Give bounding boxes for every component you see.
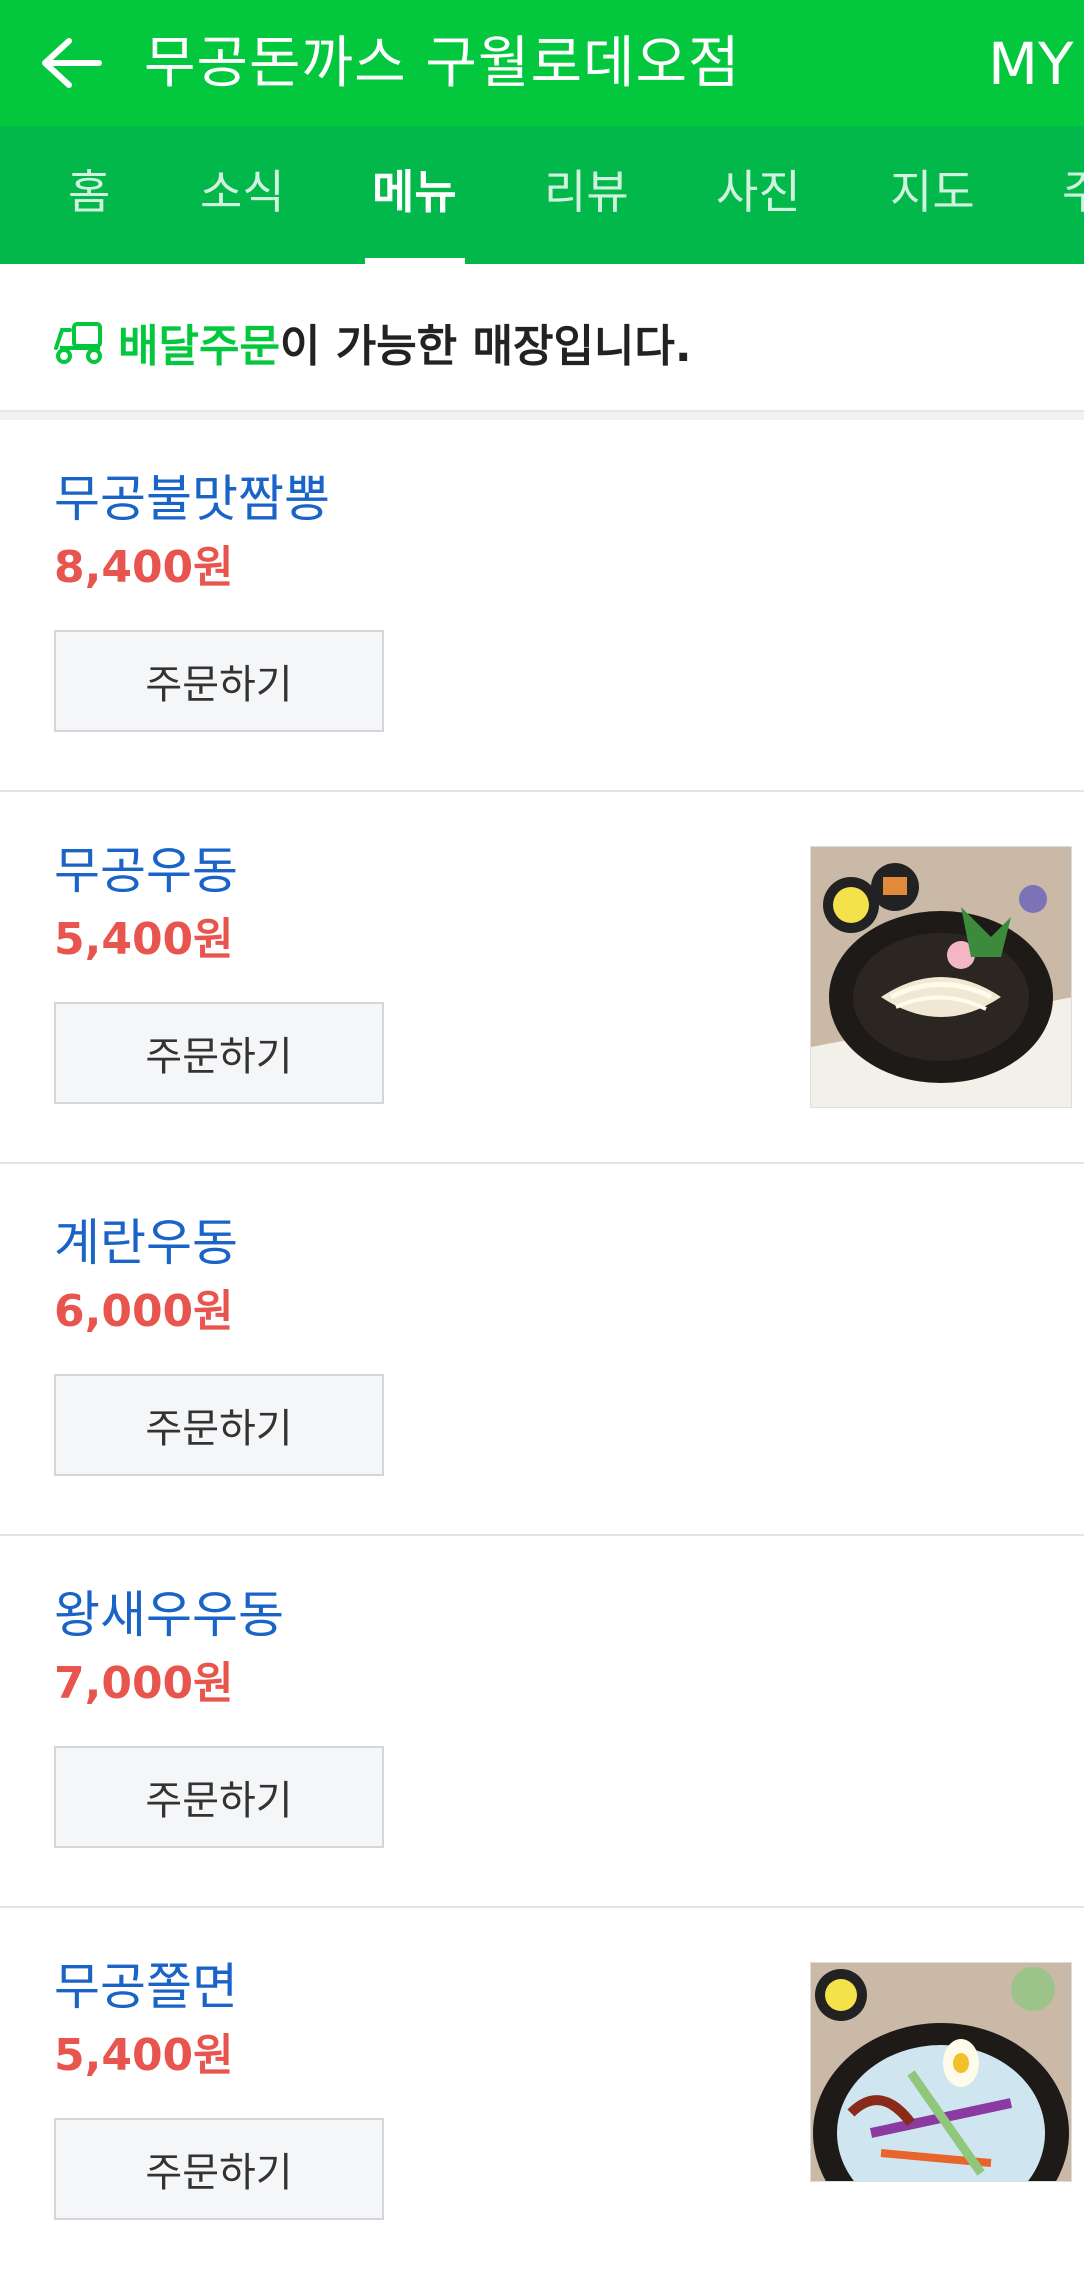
menu-item-name[interactable]: 계란우동 [54,1210,238,1276]
tab-home[interactable]: 홈 [68,160,110,224]
app-header: 무공돈까스 구월로데오점 MY [0,0,1084,126]
tab-map[interactable]: 지도 [890,160,975,224]
divider [0,412,1084,420]
menu-item[interactable]: 무공우동 5,400원 주문하기 [0,792,1084,1164]
menu-item-photo[interactable] [810,1962,1072,2182]
menu-item-photo[interactable] [810,846,1072,1108]
delivery-text: 이 가능한 매장입니다. [279,321,692,372]
arrow-left-icon [42,38,102,88]
menu-item-price: 7,000원 [54,1658,234,1709]
tab-news[interactable]: 소식 [200,160,285,224]
menu-item-price: 5,400원 [54,914,234,965]
jjolmyeon-photo-illustration [811,1963,1071,2181]
tab-menu[interactable]: 메뉴 [372,160,457,224]
tab-more[interactable]: 주 [1062,160,1084,224]
menu-item-name[interactable]: 무공불맛짬뽕 [54,466,330,532]
order-button[interactable]: 주문하기 [54,1374,384,1476]
menu-item[interactable]: 계란우동 6,000원 주문하기 [0,1164,1084,1536]
udon-photo-illustration [811,847,1071,1107]
menu-item-name[interactable]: 무공우동 [54,838,238,904]
order-button[interactable]: 주문하기 [54,630,384,732]
delivery-notice: 배달주문 이 가능한 매장입니다. [0,264,1084,412]
my-button[interactable]: MY [988,24,1073,104]
order-button[interactable]: 주문하기 [54,1002,384,1104]
menu-item-name[interactable]: 무공쫄면 [54,1954,238,2020]
menu-item-name[interactable]: 왕새우우동 [54,1582,284,1648]
menu-item-price: 6,000원 [54,1286,234,1337]
menu-item[interactable]: 무공쫄면 5,400원 주문하기 [0,1908,1084,2280]
tab-reviews[interactable]: 리뷰 [544,160,629,224]
menu-item-price: 8,400원 [54,542,234,593]
menu-item-price: 5,400원 [54,2030,234,2081]
order-button[interactable]: 주문하기 [54,1746,384,1848]
order-button[interactable]: 주문하기 [54,2118,384,2220]
tab-photos[interactable]: 사진 [716,160,801,224]
delivery-highlight: 배달주문 [118,321,280,372]
back-button[interactable] [36,28,106,98]
tab-bar: 홈 소식 메뉴 리뷰 사진 지도 주 [0,126,1084,264]
menu-item[interactable]: 왕새우우동 7,000원 주문하기 [0,1536,1084,1908]
menu-item[interactable]: 무공불맛짬뽕 8,400원 주문하기 [0,420,1084,792]
store-title: 무공돈까스 구월로데오점 [144,31,741,96]
delivery-scooter-icon [54,322,102,364]
